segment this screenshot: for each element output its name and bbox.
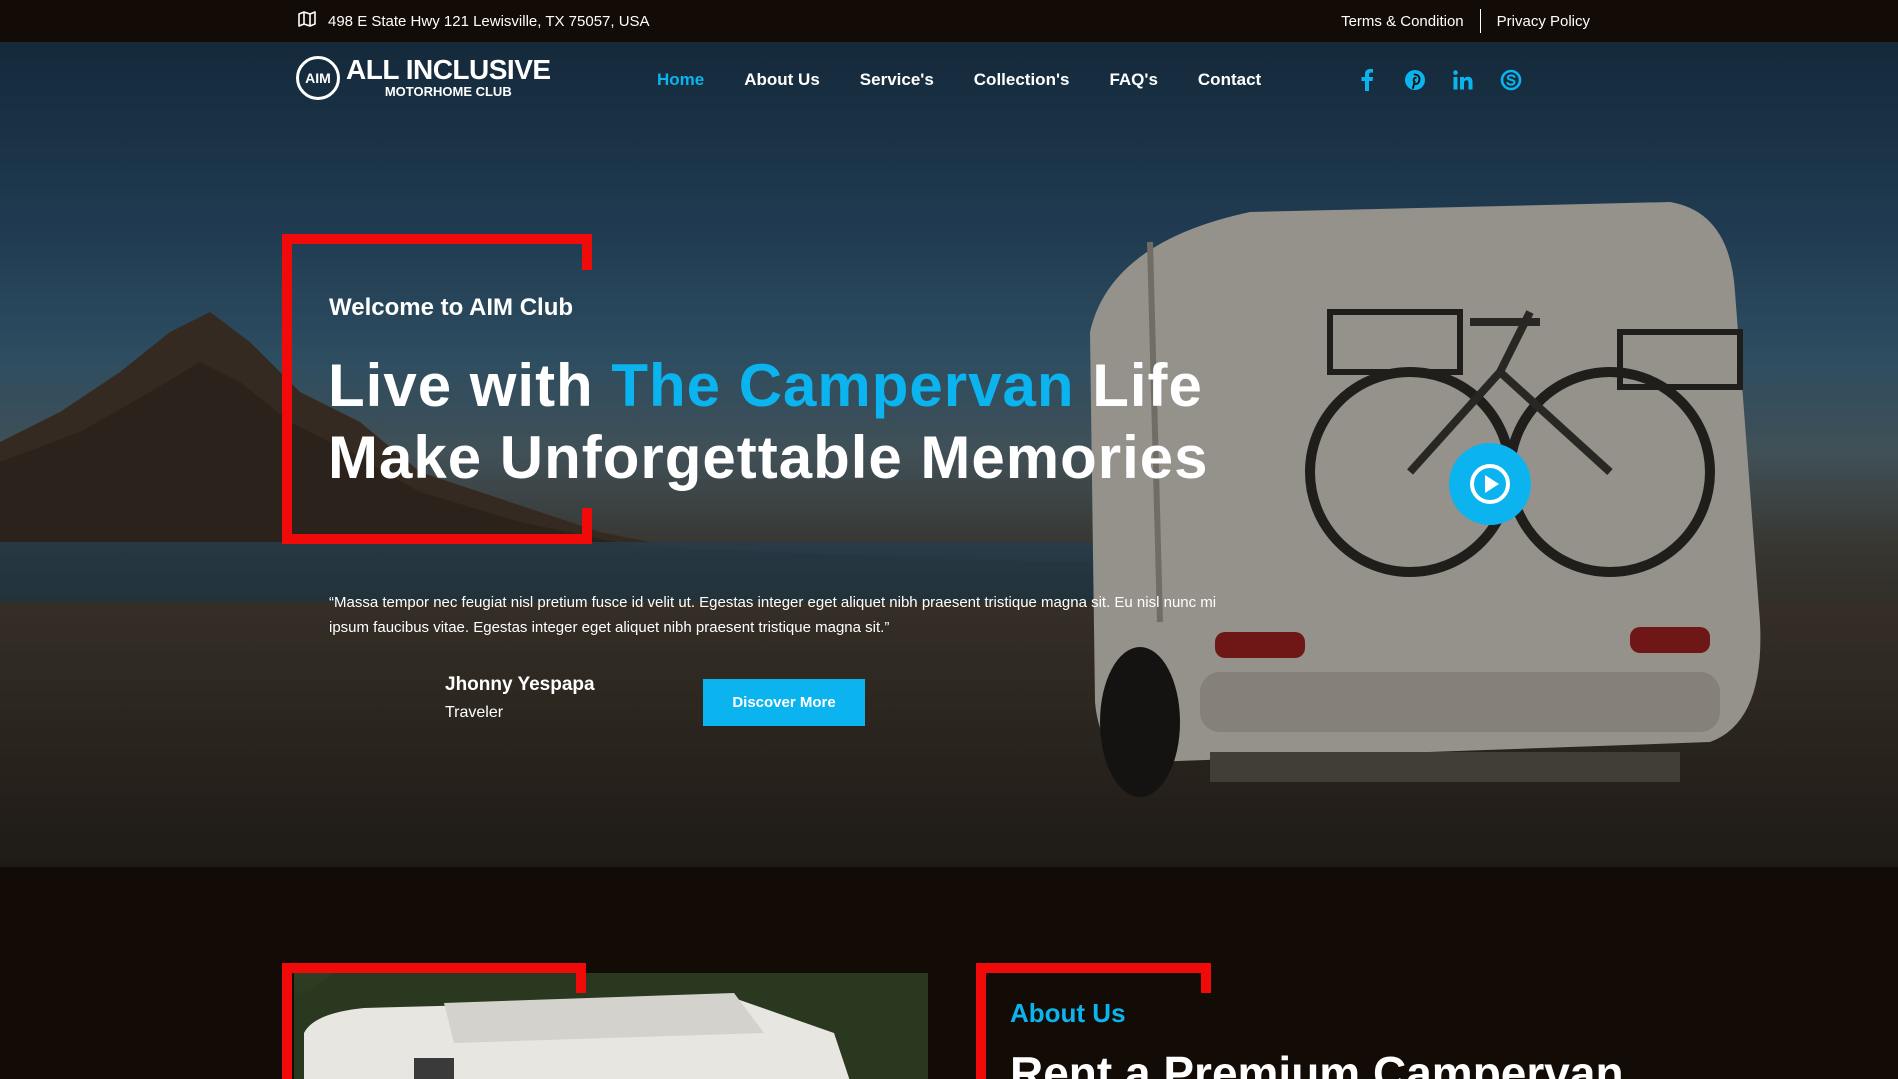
nav-contact[interactable]: Contact xyxy=(1198,70,1261,90)
nav-home[interactable]: Home xyxy=(657,70,704,90)
author-name: Jhonny Yespapa xyxy=(445,674,595,695)
author-role: Traveler xyxy=(445,704,504,721)
main-nav: Home About Us Service's Collection's FAQ… xyxy=(657,70,1261,90)
play-icon xyxy=(1470,464,1510,504)
social-links xyxy=(1355,68,1523,92)
nav-about-us[interactable]: About Us xyxy=(744,70,820,90)
nav-collections[interactable]: Collection's xyxy=(974,70,1070,90)
pinterest-icon[interactable] xyxy=(1403,68,1427,92)
facebook-icon[interactable] xyxy=(1355,68,1379,92)
headline-line1: Live with The Campervan Life xyxy=(328,350,1209,422)
headline-text-end: Life xyxy=(1074,352,1203,419)
quote-author: Jhonny Yespapa Traveler xyxy=(445,674,595,722)
address-text: 498 E State Hwy 121 Lewisville, TX 75057… xyxy=(328,12,650,30)
headline-accent: The Campervan xyxy=(611,352,1075,419)
linkedin-icon[interactable] xyxy=(1451,68,1475,92)
top-links: Terms & Condition Privacy Policy xyxy=(1325,0,1606,42)
headline-line2: Make Unforgettable Memories xyxy=(328,424,1209,491)
about-label: About Us xyxy=(1010,998,1126,1028)
about-title: Rent a Premium Campervan xyxy=(1010,1047,1624,1079)
play-video-button[interactable] xyxy=(1449,443,1531,525)
headline-text: Live with xyxy=(328,352,612,419)
photo-frame xyxy=(282,963,586,1079)
terms-link[interactable]: Terms & Condition xyxy=(1325,13,1480,30)
nav-services[interactable]: Service's xyxy=(860,70,934,90)
nav-faqs[interactable]: FAQ's xyxy=(1109,70,1157,90)
hero-headline: Live with The Campervan Life Make Unforg… xyxy=(328,350,1209,494)
top-bar: 498 E State Hwy 121 Lewisville, TX 75057… xyxy=(0,0,1898,42)
welcome-text: Welcome to AIM Club xyxy=(329,294,574,321)
address: 498 E State Hwy 121 Lewisville, TX 75057… xyxy=(298,0,650,42)
logo-line1: ALL INCLUSIVE xyxy=(346,54,551,85)
map-icon xyxy=(298,11,316,31)
hero-quote: “Massa tempor nec feugiat nisl pretium f… xyxy=(329,594,1217,636)
logo-line2: MOTORHOME CLUB xyxy=(384,84,512,99)
discover-more-button[interactable]: Discover More xyxy=(703,679,865,726)
skype-icon[interactable] xyxy=(1499,68,1523,92)
logo-badge: AIM xyxy=(296,56,340,100)
site-logo[interactable]: AIM ALL INCLUSIVE MOTORHOME CLUB xyxy=(296,56,551,100)
privacy-link[interactable]: Privacy Policy xyxy=(1481,13,1606,30)
logo-text: ALL INCLUSIVE MOTORHOME CLUB xyxy=(346,56,551,100)
